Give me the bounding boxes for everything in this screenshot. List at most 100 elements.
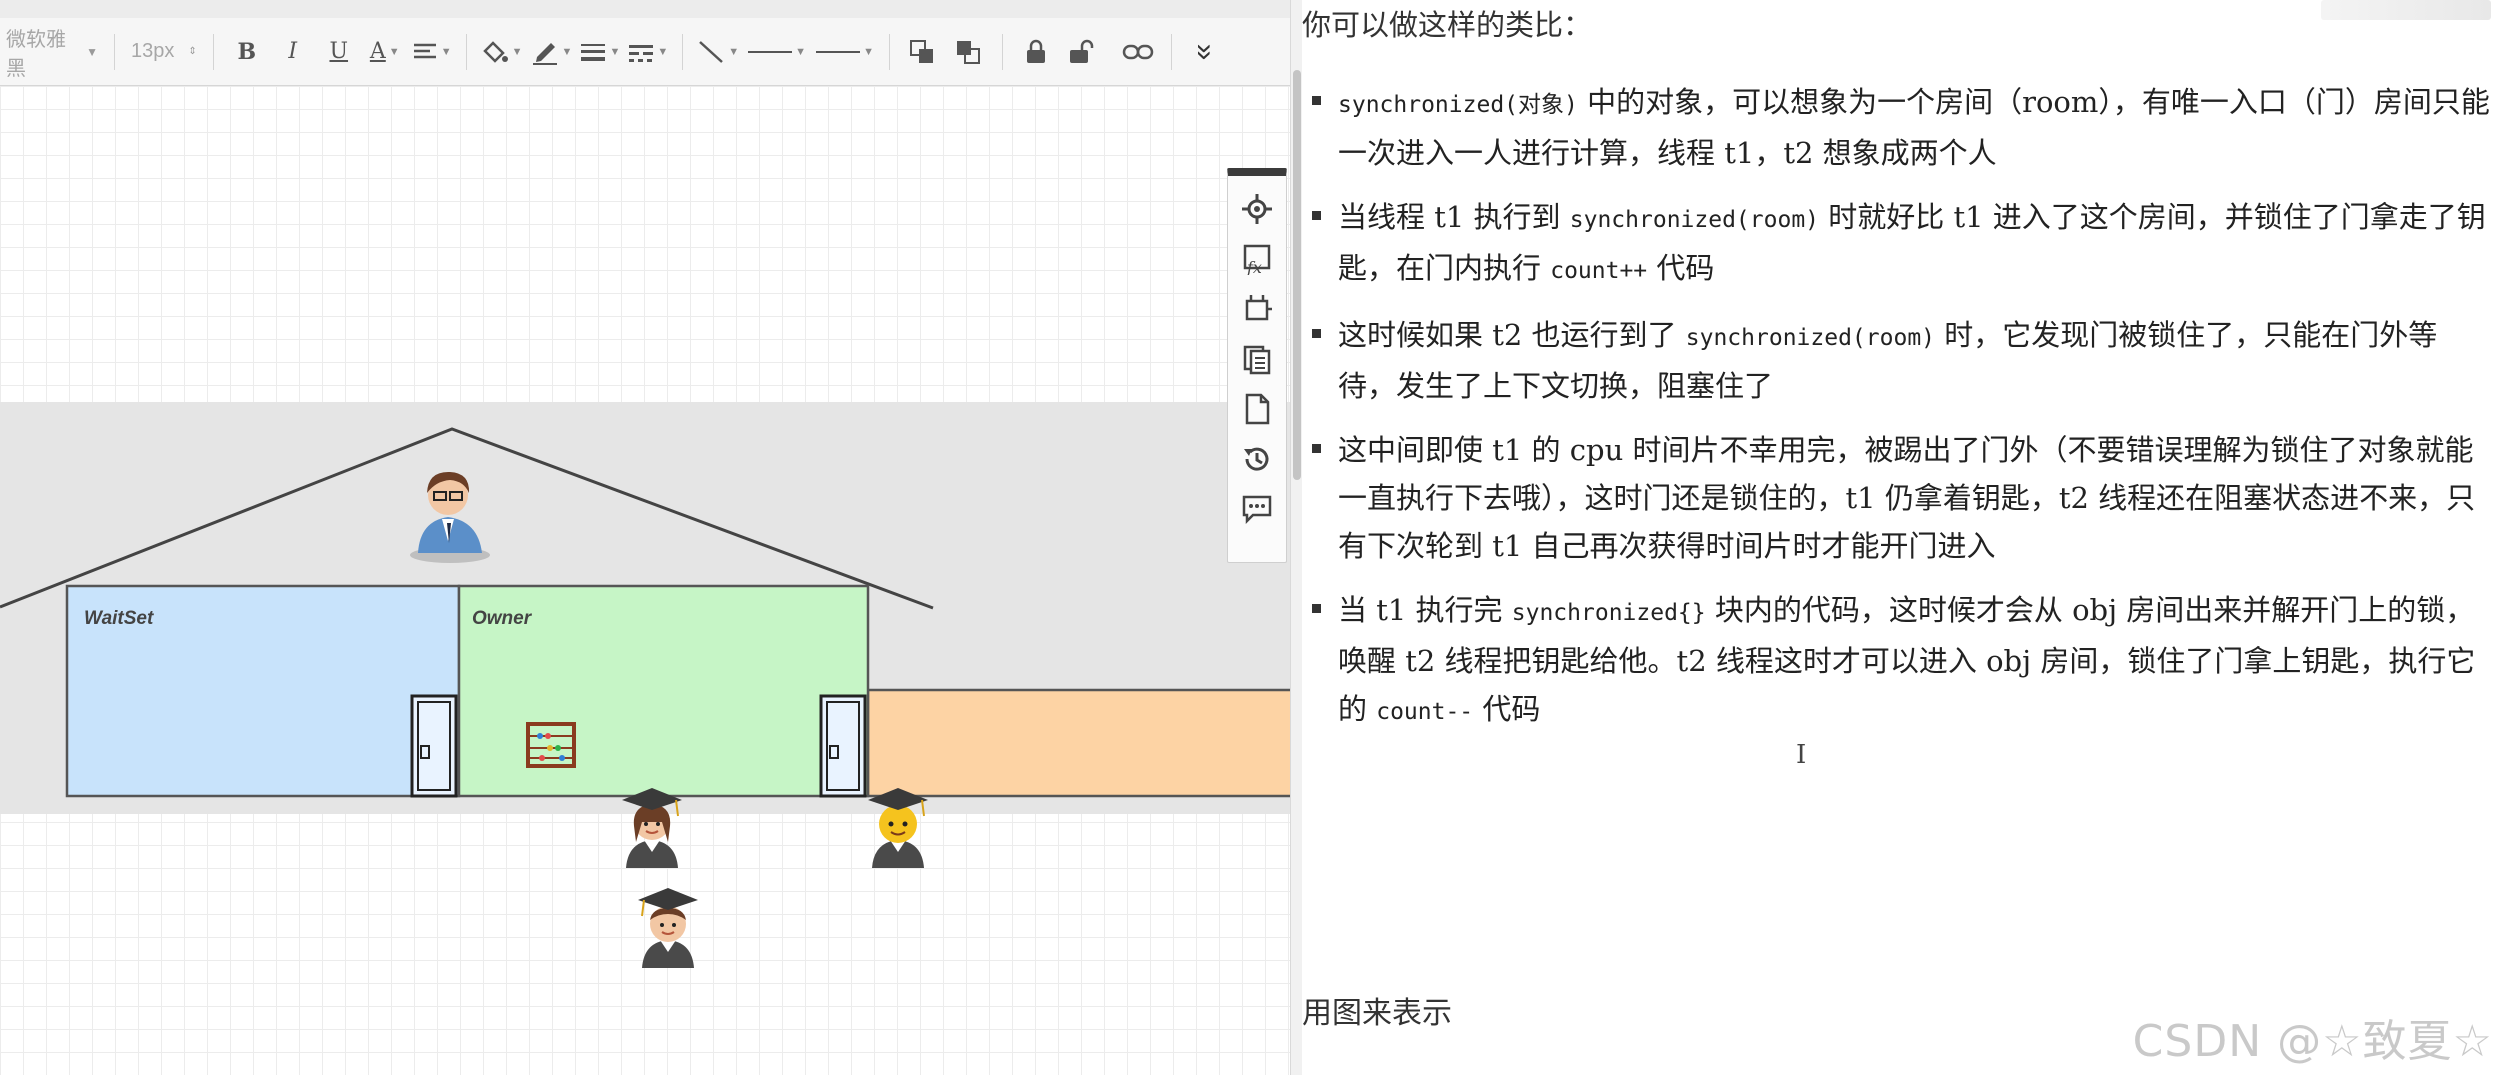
scrollbar-thumb[interactable] [1293, 70, 1301, 480]
fill-color-button[interactable]: ▼ [477, 30, 527, 74]
term-span: t1 [1953, 200, 1984, 234]
comment-icon [1242, 495, 1272, 525]
list-item: 当线程 t1 执行到 synchronized(room) 时就好比 t1 进入… [1308, 193, 2493, 295]
toolbar-divider [682, 33, 684, 70]
comment-button[interactable] [1239, 488, 1275, 530]
align-left-icon [413, 43, 436, 58]
list-item: 这时候如果 t2 也运行到了 synchronized(room) 时，它发现门… [1308, 311, 2493, 410]
formula-button[interactable]: fx [1239, 238, 1275, 280]
monitor-house-diagram [0, 427, 1290, 968]
list-item: synchronized(对象) 中的对象，可以想象为一个房间（room），有唯… [1308, 78, 2493, 177]
text-span: 代码 [1647, 251, 1715, 285]
window-top-strip [0, 0, 1290, 19]
roof-line[interactable] [0, 427, 934, 610]
code-span: synchronized(room) [1685, 325, 1936, 351]
text-span: 这时候如果 [1338, 318, 1493, 352]
copy-icon [1243, 345, 1271, 375]
waitset-label: WaitSet [84, 608, 154, 629]
term-span: obj [1986, 644, 2032, 678]
history-icon [1244, 447, 1269, 471]
text-span: 也运行到了 [1522, 318, 1686, 352]
text-span: 当 [1338, 593, 1377, 627]
italic-button[interactable]: I [270, 30, 316, 74]
font-family-select[interactable]: 微软雅黑 ▼ [0, 29, 104, 80]
code-span: count++ [1550, 258, 1648, 284]
notes-panel: 你可以做这样的类比： synchronized(对象) 中的对象，可以想象为一个… [1302, 0, 2503, 1075]
teacher-icon[interactable] [410, 471, 490, 563]
lock-icon [1027, 39, 1046, 63]
line-start-icon [748, 50, 793, 53]
more-tools-button[interactable]: » [1183, 29, 1227, 75]
text-span: 的 [1522, 433, 1570, 467]
text-span: 代码 [1473, 692, 1541, 726]
align-button[interactable]: ▼ [408, 30, 456, 74]
code-span: count-- [1376, 699, 1474, 725]
text-span: 仍拿着钥匙， [1875, 481, 2059, 515]
text-span: 线程这时才可以进入 [1706, 644, 1987, 678]
drawing-canvas[interactable]: WaitSet Owner fx [0, 86, 1290, 1075]
bring-front-button[interactable] [900, 30, 946, 74]
double-chevron-icon: » [1189, 43, 1223, 60]
toolbar-divider [1002, 33, 1004, 70]
font-family-value: 微软雅黑 [6, 28, 66, 80]
toolbar-divider [212, 33, 214, 70]
font-size-value: 13px [131, 40, 175, 62]
underline-button[interactable]: U [316, 30, 362, 74]
crop-icon [1245, 295, 1272, 321]
text-span: 中的对象，可以想象为一个房间（ [1577, 85, 2023, 119]
send-back-button[interactable] [946, 30, 992, 74]
connector-icon [699, 40, 724, 63]
term-span: t2 [2058, 481, 2089, 515]
font-size-select[interactable]: 13px ⇕ [125, 32, 203, 72]
term-span: t1 [1492, 529, 1523, 563]
lock-button[interactable] [1013, 30, 1059, 74]
font-color-icon: A [369, 39, 386, 64]
text-span: 执行到 [1464, 200, 1570, 234]
entrylist-area[interactable] [866, 688, 1290, 798]
unlock-icon [1070, 39, 1094, 63]
font-color-button[interactable]: A ▼ [362, 30, 408, 74]
unlock-button[interactable] [1059, 30, 1105, 74]
connector-button[interactable]: ▼ [693, 30, 743, 74]
stepper-icon: ⇕ [188, 46, 197, 57]
door-left-icon[interactable] [410, 694, 458, 798]
code-span: synchronized(room) [1569, 207, 1820, 233]
line-dash-icon [629, 44, 654, 62]
text-span: 想象成两个人 [1813, 136, 1997, 170]
line-width-button[interactable]: ▼ [576, 30, 624, 74]
page-button[interactable] [1239, 388, 1275, 430]
student-girl-icon[interactable] [622, 788, 682, 868]
toolbar-divider [465, 33, 467, 70]
diagram-editor: 微软雅黑 ▼ 13px ⇕ B I U A ▼ ▼ ▼ ▼ ▼ ▼ ▼ ▼ ▼ … [0, 0, 1290, 1075]
bold-button[interactable]: B [224, 30, 270, 74]
door-right-icon[interactable] [819, 694, 867, 798]
watermark: CSDN @☆致夏☆ [2132, 1016, 2493, 1067]
locate-button[interactable] [1239, 188, 1275, 230]
line-end-icon [816, 50, 861, 53]
owner-label: Owner [472, 608, 532, 629]
crop-button[interactable] [1239, 288, 1275, 330]
copy-button[interactable] [1239, 338, 1275, 380]
line-end-button[interactable]: ▼ [811, 30, 879, 74]
line-color-button[interactable]: ▼ [527, 30, 577, 74]
student-boy-icon[interactable] [868, 788, 928, 868]
toolbar-divider [114, 33, 115, 70]
term-span: room [2022, 85, 2099, 119]
line-dash-button[interactable]: ▼ [624, 30, 672, 74]
text-span: 块内的代码，这时候才会从 [1705, 593, 2073, 627]
list-item: 这中间即使 t1 的 cpu 时间片不幸用完，被踢出了门外（不要错误理解为锁住了… [1308, 426, 2493, 570]
link-button[interactable] [1115, 30, 1161, 74]
text-span: 时就好比 [1819, 200, 1954, 234]
svg-text:fx: fx [1246, 258, 1262, 275]
term-span: t1 [1434, 200, 1465, 234]
term-span: t1，t2 [1724, 136, 1814, 170]
text-span: 这中间即使 [1338, 433, 1493, 467]
student-waiting-icon[interactable] [638, 888, 698, 968]
text-span: 自己再次获得时间片时才能开门进入 [1522, 529, 1996, 563]
term-span: t2 [1405, 644, 1436, 678]
notes-intro: 你可以做这样的类比： [1302, 8, 1593, 42]
line-start-button[interactable]: ▼ [743, 30, 811, 74]
diagram-caption: 用图来表示 [1302, 996, 1452, 1031]
history-button[interactable] [1239, 438, 1275, 480]
term-span: obj [2072, 593, 2118, 627]
